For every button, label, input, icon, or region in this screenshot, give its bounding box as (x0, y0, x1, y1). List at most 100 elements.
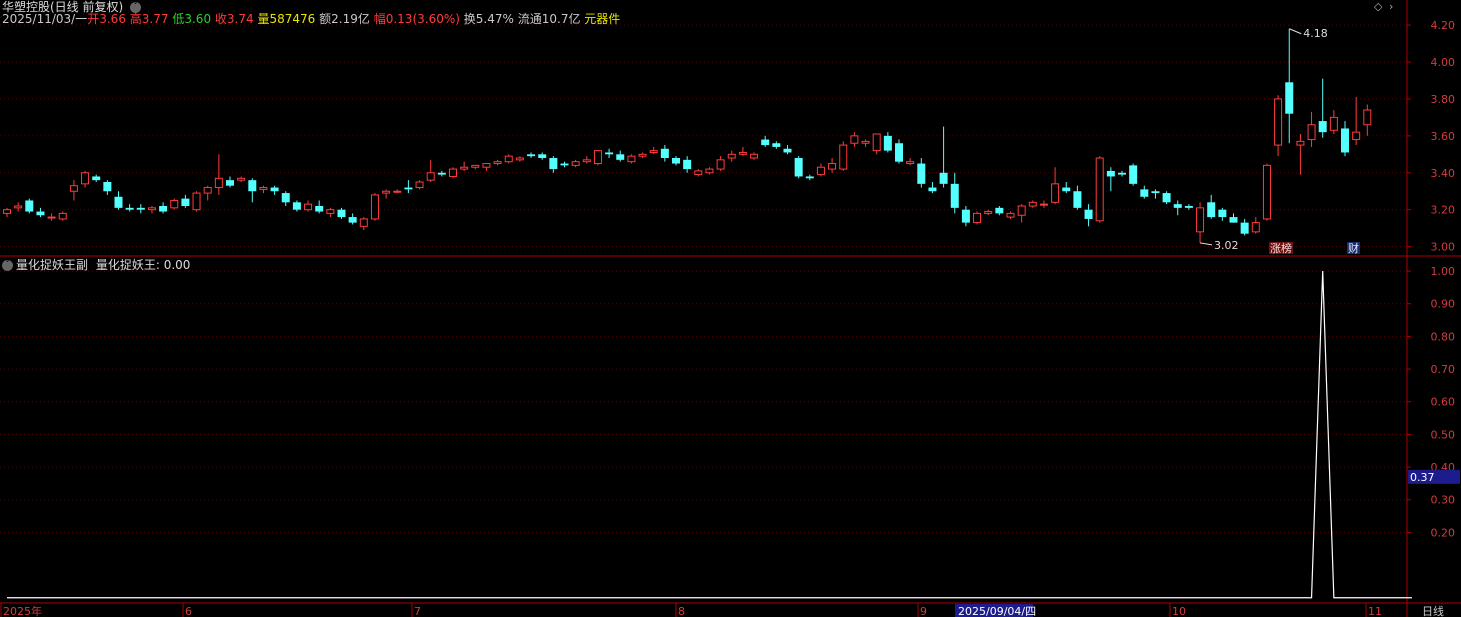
candle-body (571, 161, 580, 166)
candle-body (1229, 217, 1238, 223)
candle-body (1028, 201, 1037, 207)
candle-body (1173, 204, 1182, 208)
candle-body (794, 158, 803, 177)
candle-body (783, 148, 792, 153)
candle-body (504, 155, 513, 163)
candle-body (147, 207, 156, 211)
candle-body (315, 206, 324, 212)
candle-body (125, 207, 134, 210)
period-label: 日线 (1422, 604, 1444, 617)
candle-body (973, 212, 982, 224)
candle-body (1106, 170, 1115, 177)
candle-body (1207, 202, 1216, 218)
chevron-down-icon[interactable]: ˅ (2, 260, 13, 271)
candle-body (348, 217, 357, 223)
indicator-tick-label: 1.00 (1431, 265, 1456, 278)
candle-body (906, 161, 915, 165)
candle-body (1095, 157, 1104, 222)
time-label: 8 (678, 605, 685, 617)
candle-body (393, 190, 402, 193)
candle-body (917, 163, 926, 184)
candle-body (772, 143, 781, 147)
candle-body (426, 172, 435, 181)
price-tick-label: 3.60 (1431, 130, 1456, 143)
candle-body (103, 182, 112, 192)
change-value: 0.13(3.60%) (385, 12, 460, 26)
candle-body (828, 163, 837, 170)
candle-body (482, 163, 491, 168)
chevron-right-icon[interactable]: › (1389, 0, 1393, 13)
candle-body (281, 193, 290, 203)
chart-canvas[interactable]: 3.003.203.403.603.804.004.200.200.300.40… (0, 0, 1461, 617)
candle-body (237, 177, 246, 181)
candle-body (1218, 209, 1227, 218)
candle-body (1307, 124, 1316, 141)
candle-body (560, 163, 569, 166)
time-label: 10 (1172, 605, 1186, 617)
time-label: 2025年 (3, 604, 42, 617)
candle-body (1039, 203, 1048, 206)
quote-line: 2025/11/03/一开3.66 高3.77 低3.60 收3.74 量587… (2, 12, 620, 26)
candle-body (292, 202, 301, 210)
diamond-icon[interactable]: ◇ (1374, 0, 1382, 13)
candle-body (816, 166, 825, 176)
candle-body (984, 211, 993, 214)
candle-body (616, 154, 625, 160)
candle-body (1251, 222, 1260, 233)
candle-body (47, 216, 56, 219)
candle-body (460, 166, 469, 170)
indicator-title[interactable]: 量化捉妖王副 (16, 258, 88, 272)
close-label: 收 (214, 12, 227, 26)
candle-body (738, 151, 747, 155)
candle-body (660, 148, 669, 158)
candle-body (192, 192, 201, 211)
indicator-line (7, 271, 1412, 599)
candle-body (1073, 191, 1082, 208)
candle-body (415, 181, 424, 189)
candle-body (605, 152, 614, 155)
candle-body (593, 150, 602, 165)
open-value: 3.66 (99, 12, 126, 26)
candle-body (527, 154, 536, 157)
candle-body (14, 205, 23, 209)
price-tick-label: 3.80 (1431, 93, 1456, 106)
candle-body (69, 185, 78, 192)
candle-body (761, 139, 770, 146)
candle-body (538, 154, 547, 158)
open-label: 开 (87, 12, 100, 26)
candle-body (883, 135, 892, 151)
zhangting-badge-label: 涨榜 (1270, 241, 1292, 255)
candle-body (404, 187, 413, 190)
indicator-tick-label: 0.60 (1431, 396, 1456, 409)
candle-body (861, 140, 870, 144)
candle-body (805, 176, 814, 179)
candle-body (493, 161, 502, 165)
candle-body (1140, 189, 1149, 197)
candle-body (1017, 205, 1026, 216)
high-value: 3.77 (141, 12, 169, 26)
candle-body (25, 200, 34, 212)
candle-body (1184, 206, 1193, 208)
cursor-value-label: 0.37 (1410, 471, 1435, 484)
candle-body (437, 172, 446, 175)
volume-value: 587476 (269, 12, 316, 26)
change-label: 幅 (373, 12, 386, 26)
low-pointer (1199, 242, 1213, 246)
indicator-tick-label: 0.30 (1431, 494, 1456, 507)
price-tick-label: 3.20 (1431, 204, 1456, 217)
candle-body (928, 187, 937, 192)
candle-body (549, 158, 558, 170)
sector-link[interactable]: 元器件 (584, 12, 620, 26)
candle-body (1296, 140, 1305, 146)
candle-body (716, 159, 725, 170)
indicator-title-bar: ˅ 量化捉妖王副 量化捉妖王: 0.00 (2, 258, 190, 272)
volume-label: 量 (257, 12, 270, 26)
candle-body (694, 170, 703, 176)
candle-body (582, 159, 591, 163)
candle-body (1196, 207, 1205, 233)
candle-body (136, 207, 145, 210)
candle-body (203, 187, 212, 194)
float-label: 流通 (517, 12, 542, 26)
candle-body (259, 187, 268, 190)
candle-body (359, 218, 368, 227)
